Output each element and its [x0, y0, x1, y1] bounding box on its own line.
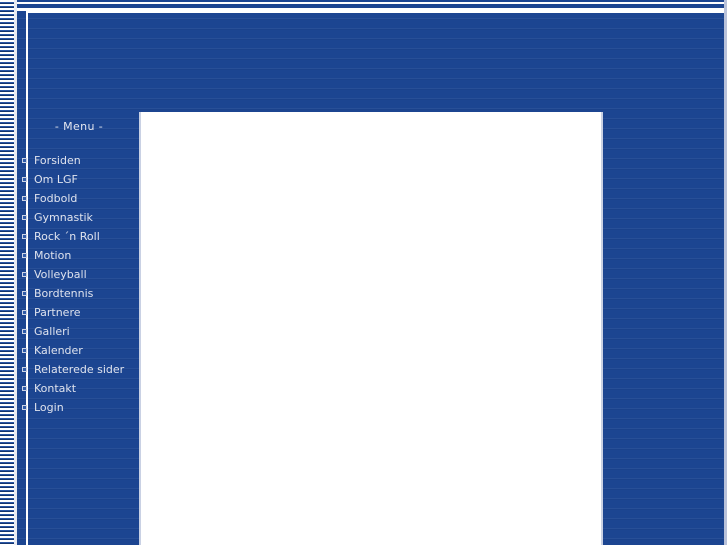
sidebar-item-bordtennis[interactable]: Bordtennis — [17, 284, 141, 303]
page-root: - Menu - Forsiden Om LGF Fodbold Gymnast… — [0, 0, 727, 545]
sidebar-item-label: Motion — [34, 249, 72, 262]
sidebar-item-rock-n-roll[interactable]: Rock ´n Roll — [17, 227, 141, 246]
square-bullet-icon — [22, 291, 27, 296]
square-bullet-icon — [22, 386, 27, 391]
sidebar-item-gymnastik[interactable]: Gymnastik — [17, 208, 141, 227]
main-content-panel — [141, 112, 601, 545]
sidebar-item-partnere[interactable]: Partnere — [17, 303, 141, 322]
square-bullet-icon — [22, 329, 27, 334]
sidebar-menu-list: Forsiden Om LGF Fodbold Gymnastik Rock ´… — [17, 137, 141, 417]
square-bullet-icon — [22, 177, 27, 182]
sidebar-item-label: Fodbold — [34, 192, 78, 205]
sidebar-item-login[interactable]: Login — [17, 398, 141, 417]
square-bullet-icon — [22, 310, 27, 315]
left-stripe-rail — [0, 0, 14, 545]
sidebar-item-label: Login — [34, 401, 64, 414]
square-bullet-icon — [22, 253, 27, 258]
sidebar-item-label: Rock ´n Roll — [34, 230, 100, 243]
square-bullet-icon — [22, 405, 27, 410]
sidebar-item-label: Relaterede sider — [34, 363, 125, 376]
square-bullet-icon — [22, 234, 27, 239]
sidebar-item-motion[interactable]: Motion — [17, 246, 141, 265]
frame-rule-horizontal — [26, 11, 727, 13]
square-bullet-icon — [22, 367, 27, 372]
content-panel-right-seam — [601, 112, 603, 545]
menu-title: - Menu - — [54, 120, 104, 133]
sidebar-item-label: Volleyball — [34, 268, 87, 281]
sidebar-item-label: Forsiden — [34, 154, 81, 167]
sidebar-item-label: Om LGF — [34, 173, 78, 186]
header-banner — [29, 14, 724, 110]
sidebar-item-volleyball[interactable]: Volleyball — [17, 265, 141, 284]
sidebar-item-label: Kalender — [34, 344, 83, 357]
sidebar-item-fodbold[interactable]: Fodbold — [17, 189, 141, 208]
sidebar-item-forsiden[interactable]: Forsiden — [17, 151, 141, 170]
sidebar-item-label: Kontakt — [34, 382, 77, 395]
sidebar-item-om-lgf[interactable]: Om LGF — [17, 170, 141, 189]
sidebar-item-kalender[interactable]: Kalender — [17, 341, 141, 360]
sidebar-nav: - Menu - Forsiden Om LGF Fodbold Gymnast… — [17, 112, 141, 417]
square-bullet-icon — [22, 348, 27, 353]
square-bullet-icon — [22, 215, 27, 220]
square-bullet-icon — [22, 196, 27, 201]
sidebar-item-label: Partnere — [34, 306, 81, 319]
sidebar-item-label: Galleri — [34, 325, 70, 338]
square-bullet-icon — [22, 158, 27, 163]
square-bullet-icon — [22, 272, 27, 277]
sidebar-item-kontakt[interactable]: Kontakt — [17, 379, 141, 398]
frame-band-upper — [0, 2, 727, 4]
sidebar-item-relaterede-sider[interactable]: Relaterede sider — [17, 360, 141, 379]
sidebar-item-label: Gymnastik — [34, 211, 93, 224]
sidebar-item-galleri[interactable]: Galleri — [17, 322, 141, 341]
sidebar-item-label: Bordtennis — [34, 287, 94, 300]
content-body-text — [141, 112, 601, 545]
